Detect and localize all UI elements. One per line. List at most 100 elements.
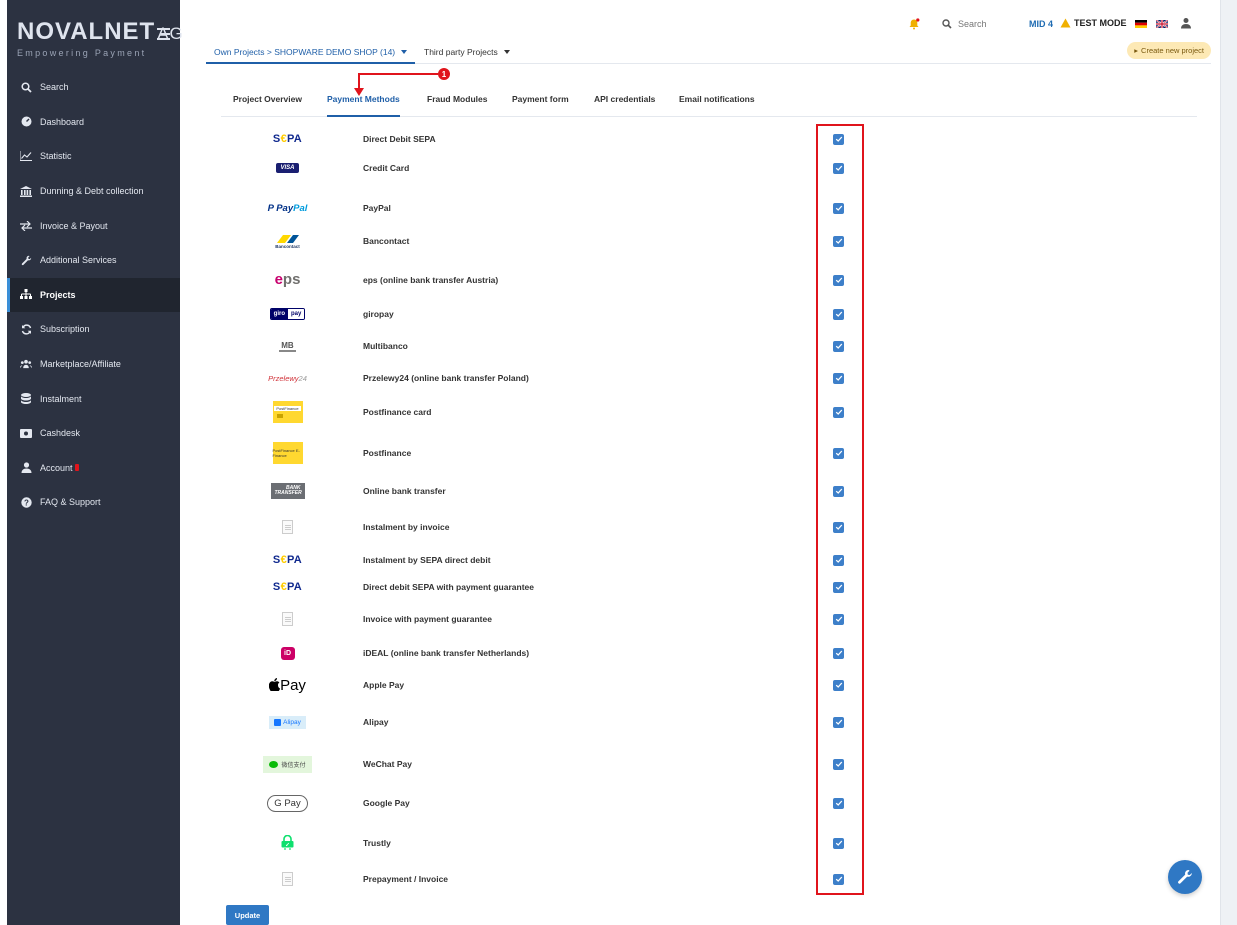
- sidebar-item-instalment[interactable]: Instalment: [7, 381, 180, 416]
- payment-method-logo: ✓: [255, 831, 320, 855]
- uk-flag-icon[interactable]: [1156, 20, 1168, 28]
- payment-method-logo: Alipay: [255, 710, 320, 734]
- checkmark-icon: [835, 375, 842, 381]
- payment-method-checkbox[interactable]: [833, 235, 844, 247]
- payment-method-row: Prepayment / Invoice: [255, 867, 855, 891]
- checkmark-icon: [835, 650, 842, 656]
- german-flag-icon[interactable]: [1135, 20, 1147, 28]
- payment-method-logo: VISA: [255, 156, 320, 180]
- own-projects-dropdown[interactable]: Own Projects > SHOPWARE DEMO SHOP (14): [206, 38, 416, 64]
- payment-method-checkbox[interactable]: [833, 679, 844, 691]
- third-party-projects-dropdown[interactable]: Third party Projects: [424, 38, 510, 64]
- payment-method-row: S€PA Instalment by SEPA direct debit: [255, 548, 855, 572]
- brand-name: NOVALNET: [17, 18, 156, 45]
- payment-method-checkbox[interactable]: [833, 647, 844, 659]
- sidebar-item-search[interactable]: Search: [7, 70, 180, 105]
- invoice-document-icon: [282, 872, 293, 886]
- checkmark-icon: [835, 840, 842, 846]
- brand-tagline: Empowering Payment: [17, 48, 147, 58]
- sidebar-item-cashdesk[interactable]: Cashdesk: [7, 416, 180, 451]
- payment-method-checkbox[interactable]: [833, 521, 844, 533]
- checkmark-icon: [835, 277, 842, 283]
- payment-method-checkbox[interactable]: [833, 613, 844, 625]
- payment-method-checkbox[interactable]: [833, 716, 844, 728]
- brand-logo[interactable]: NOVALNET AG Empowering Payment: [17, 20, 184, 60]
- tab-payment-form[interactable]: Payment form: [512, 88, 569, 117]
- sepa-logo: S€PA: [272, 581, 303, 593]
- payment-method-checkbox[interactable]: [833, 758, 844, 770]
- support-wrench-button[interactable]: [1168, 860, 1202, 894]
- tab-payment-methods[interactable]: Payment Methods: [327, 88, 400, 117]
- payment-method-logo: MB: [255, 334, 320, 358]
- top-search[interactable]: Search: [942, 19, 987, 29]
- przelewy24-logo: Przelewy24: [268, 373, 307, 383]
- merchant-id[interactable]: MID 4: [1029, 19, 1053, 29]
- sidebar-item-subscription[interactable]: Subscription: [7, 312, 180, 347]
- test-mode-badge[interactable]: TEST MODE: [1060, 18, 1127, 28]
- checkmark-icon: [835, 136, 842, 142]
- tab-fraud-modules[interactable]: Fraud Modules: [427, 88, 487, 117]
- sidebar-item-projects[interactable]: Projects: [7, 277, 180, 313]
- payment-method-checkbox[interactable]: [833, 485, 844, 497]
- top-search-label: Search: [958, 19, 987, 29]
- payment-method-row: Bancontact Bancontact: [255, 229, 855, 253]
- payment-method-logo: PostFinance E-Finance: [255, 441, 320, 465]
- create-new-project-button[interactable]: ▸ Create new project: [1127, 42, 1211, 59]
- notification-bell-icon[interactable]: [908, 18, 920, 30]
- payment-method-checkbox[interactable]: [833, 372, 844, 384]
- sidebar-item-statistic[interactable]: Statistic: [7, 139, 180, 174]
- checkmark-icon: [835, 557, 842, 563]
- payment-method-checkbox[interactable]: [833, 308, 844, 320]
- menu-toggle-icon[interactable]: [157, 28, 170, 40]
- payment-method-row: PostFinance Postfinance card: [255, 400, 855, 424]
- payment-method-checkbox[interactable]: [833, 554, 844, 566]
- sidebar-item-additional-services[interactable]: Additional Services: [7, 243, 180, 278]
- user-profile-icon[interactable]: [1180, 17, 1192, 29]
- paypal-logo: P PayPal: [267, 202, 308, 214]
- payment-method-checkbox[interactable]: [833, 406, 844, 418]
- payment-method-logo: S€PA: [255, 548, 320, 572]
- payment-method-checkbox[interactable]: [833, 133, 844, 145]
- annotation-number: 1: [442, 70, 447, 79]
- payment-method-checkbox[interactable]: [833, 340, 844, 352]
- payment-method-checkbox[interactable]: [833, 837, 844, 849]
- sidebar-item-dunning-debt-collection[interactable]: Dunning & Debt collection: [7, 174, 180, 209]
- tab-api-credentials[interactable]: API credentials: [594, 88, 655, 117]
- payment-method-checkbox[interactable]: [833, 202, 844, 214]
- payment-method-checkbox[interactable]: [833, 581, 844, 593]
- eps-logo: eps: [274, 271, 301, 288]
- payment-method-name: Przelewy24 (online bank transfer Poland): [363, 373, 529, 383]
- payment-method-checkbox[interactable]: [833, 873, 844, 885]
- sidebar-item-invoice-payout[interactable]: Invoice & Payout: [7, 208, 180, 243]
- payment-method-checkbox[interactable]: [833, 162, 844, 174]
- sidebar-item-account[interactable]: Account: [7, 451, 180, 486]
- checkmark-icon: [835, 800, 842, 806]
- scrollbar-track[interactable]: [1220, 0, 1237, 925]
- multibanco-logo: MB: [279, 340, 296, 352]
- sidebar-item-marketplace-affiliate[interactable]: Marketplace/Affiliate: [7, 347, 180, 382]
- payment-method-row: eps eps (online bank transfer Austria): [255, 268, 855, 292]
- sidebar-item-faq-support[interactable]: ? FAQ & Support: [7, 485, 180, 520]
- payment-method-logo: [255, 867, 320, 891]
- payment-method-checkbox[interactable]: [833, 797, 844, 809]
- payment-method-logo: giro pay: [255, 302, 320, 326]
- payment-method-name: Prepayment / Invoice: [363, 874, 449, 884]
- left-gutter: [0, 0, 7, 925]
- search-icon: [942, 19, 952, 29]
- payment-method-logo: S€PA: [255, 127, 320, 151]
- tab-project-overview[interactable]: Project Overview: [233, 88, 302, 117]
- payment-method-row: BANK TRANSFER Online bank transfer: [255, 479, 855, 503]
- payment-method-checkbox[interactable]: [833, 447, 844, 459]
- ideal-logo: iD: [280, 646, 295, 660]
- sidebar-item-label: Statistic: [40, 151, 72, 162]
- sidebar-item-dashboard[interactable]: Dashboard: [7, 105, 180, 140]
- payment-method-name: Instalment by SEPA direct debit: [363, 555, 491, 565]
- payment-method-name: Postfinance card: [363, 407, 432, 417]
- user-icon: [20, 462, 32, 474]
- payment-method-logo: Bancontact: [255, 229, 320, 253]
- tab-email-notifications[interactable]: Email notifications: [679, 88, 755, 117]
- checkmark-icon: [835, 450, 842, 456]
- update-button[interactable]: Update: [226, 905, 269, 925]
- checkmark-icon: [835, 488, 842, 494]
- payment-method-checkbox[interactable]: [833, 274, 844, 286]
